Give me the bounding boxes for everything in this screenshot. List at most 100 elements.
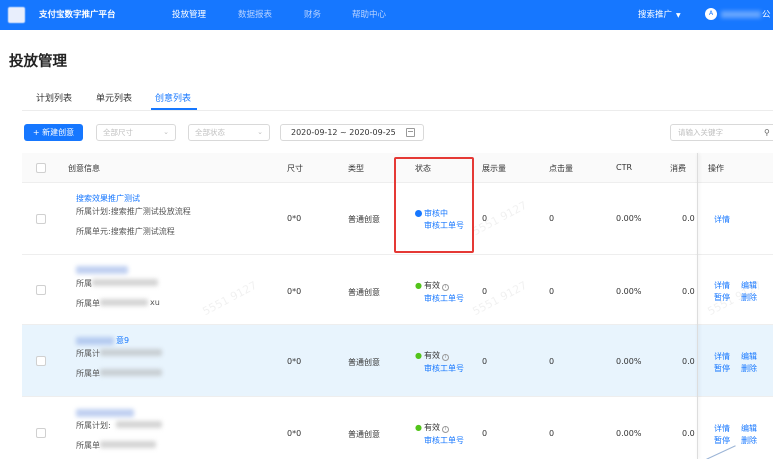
nav-item-help-center[interactable]: 帮助中心 [352, 8, 386, 20]
creative-title-tail[interactable]: 意9 [116, 335, 129, 346]
creative-title-link[interactable]: 搜索效果推广测试 [76, 193, 140, 204]
creative-unit: 所属单 [76, 298, 100, 309]
creative-unit-tail: xu [150, 298, 160, 307]
action-delete[interactable]: 删除 [741, 363, 757, 374]
action-edit[interactable]: 编辑 [741, 351, 757, 362]
action-detail[interactable]: 详情 [714, 280, 730, 291]
action-pause[interactable]: 暂停 [714, 363, 730, 374]
chevron-down-icon: ▼ [676, 12, 681, 19]
row-checkbox[interactable] [36, 285, 46, 295]
clicks-value: 0 [549, 429, 555, 438]
impressions-value: 0 [482, 287, 488, 296]
tab-creative-list[interactable]: 创意列表 [155, 91, 191, 104]
search-placeholder: 请输入关键字 [678, 128, 723, 137]
review-ticket-link[interactable]: 审核工单号 [424, 293, 464, 304]
keyword-search-input[interactable]: 请输入关键字 ⚲ [670, 124, 773, 141]
clicks-value: 0 [549, 357, 555, 366]
creative-unit-text: 所属单 [76, 369, 100, 378]
column-ctr: CTR [616, 163, 633, 172]
company-name-tail[interactable]: 公 [762, 8, 771, 20]
creative-size: 0*0 [287, 357, 302, 366]
tab-plan-list[interactable]: 计划列表 [36, 91, 72, 104]
table-row [22, 397, 773, 459]
platform-brand[interactable]: 支付宝数字推广平台 [39, 8, 116, 20]
creative-plan-blurred [116, 421, 162, 428]
status-badge: ● 有效 i [415, 350, 449, 361]
impressions-value: 0 [482, 429, 488, 438]
impressions-value: 0 [482, 357, 488, 366]
creative-title-blurred[interactable] [76, 409, 134, 417]
action-edit[interactable]: 编辑 [741, 423, 757, 434]
action-pause[interactable]: 暂停 [714, 435, 730, 446]
creative-plan: 所属计划: [76, 420, 111, 431]
new-creative-button[interactable]: + 新建创意 [24, 124, 83, 141]
creative-unit-blurred [100, 299, 148, 306]
creative-unit-text: 所属单 [76, 441, 100, 450]
search-icon[interactable]: ⚲ [764, 125, 770, 140]
product-switcher-label: 搜索推广 [638, 10, 673, 20]
row-checkbox[interactable] [36, 214, 46, 224]
username-blurred[interactable] [721, 11, 761, 18]
creative-type: 普通创意 [348, 358, 380, 367]
cost-value: 0.0 [682, 429, 695, 438]
creative-plan-blurred [100, 349, 162, 356]
creative-type: 普通创意 [348, 430, 380, 439]
ctr-value: 0.00% [616, 287, 642, 296]
cost-value: 0.0 [682, 287, 695, 296]
review-ticket-link[interactable]: 审核工单号 [424, 363, 464, 374]
select-all-checkbox[interactable] [36, 163, 46, 173]
creative-size: 0*0 [287, 429, 302, 438]
status-filter-value: 全部状态 [195, 128, 225, 137]
creative-plan: 所属 [76, 278, 92, 289]
creative-size: 0*0 [287, 214, 302, 223]
nav-item-delivery-management[interactable]: 投放管理 [172, 8, 206, 20]
creative-title-blurred[interactable] [76, 337, 114, 345]
creative-title-blurred[interactable] [76, 266, 128, 274]
chevron-down-icon: ⌄ [163, 128, 169, 136]
creative-unit: 所属单元:搜索推广测试流程 [76, 226, 175, 237]
status-filter-select[interactable]: 全部状态 ⌄ [188, 124, 270, 141]
action-delete[interactable]: 删除 [741, 435, 757, 446]
info-icon[interactable]: i [441, 284, 449, 291]
creative-plan-text: 所属计划:搜索推广测试投放流程 [76, 207, 191, 216]
review-ticket-link[interactable]: 审核工单号 [424, 435, 464, 446]
cost-value: 0.0 [682, 214, 695, 223]
user-avatar[interactable]: A [705, 8, 717, 20]
column-cost: 消费 [670, 164, 686, 173]
ctr-value: 0.00% [616, 357, 642, 366]
check-circle-icon: ● [415, 423, 422, 432]
tab-unit-list[interactable]: 单元列表 [96, 91, 132, 104]
row-checkbox[interactable] [36, 428, 46, 438]
nav-item-data-reports[interactable]: 数据报表 [238, 8, 272, 20]
info-icon[interactable]: i [441, 354, 449, 361]
creative-type: 普通创意 [348, 215, 380, 224]
creative-unit: 所属单 [76, 440, 100, 451]
product-switcher[interactable]: 搜索推广 ▼ [638, 8, 681, 20]
cost-value: 0.0 [682, 357, 695, 366]
action-detail[interactable]: 详情 [714, 351, 730, 362]
nav-item-finance[interactable]: 财务 [304, 8, 321, 20]
creative-size: 0*0 [287, 287, 302, 296]
creative-plan-text: 所属 [76, 279, 92, 288]
size-filter-select[interactable]: 全部尺寸 ⌄ [96, 124, 176, 141]
creative-plan: 所属计 [76, 348, 100, 359]
action-detail[interactable]: 详情 [714, 214, 730, 225]
action-detail[interactable]: 详情 [714, 423, 730, 434]
creative-type: 普通创意 [348, 288, 380, 297]
creative-plan-blurred [92, 279, 158, 286]
info-icon[interactable]: i [441, 426, 449, 433]
date-range-picker[interactable]: 2020-09-12 ~ 2020-09-25 [280, 124, 424, 141]
status-badge: ● 有效 i [415, 422, 449, 433]
status-text: 有效 [423, 423, 440, 432]
creative-unit-text: 所属单 [76, 299, 100, 308]
creative-unit-blurred [100, 369, 162, 376]
table-row [22, 255, 773, 325]
column-creative-info: 创意信息 [68, 164, 100, 173]
creative-unit-blurred [100, 441, 156, 448]
chevron-down-icon: ⌄ [257, 128, 263, 136]
tabs-divider [22, 110, 773, 111]
clicks-value: 0 [549, 214, 555, 223]
clicks-value: 0 [549, 287, 555, 296]
row-checkbox[interactable] [36, 356, 46, 366]
platform-logo[interactable] [8, 7, 25, 23]
